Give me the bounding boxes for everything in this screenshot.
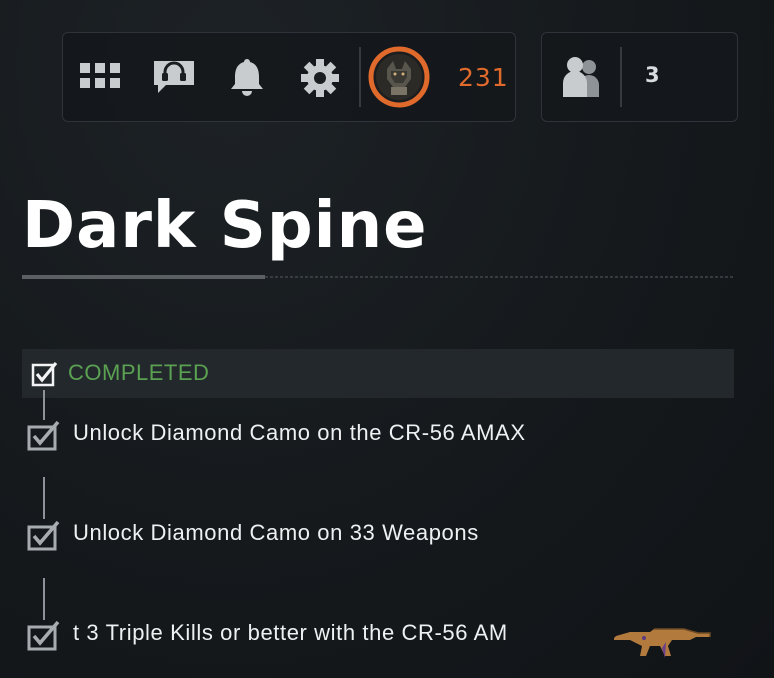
party-panel[interactable]: 3	[541, 32, 738, 122]
status-label: COMPLETED	[68, 360, 210, 385]
checkbox-checked-icon	[26, 519, 62, 558]
bell-icon[interactable]	[227, 55, 267, 99]
weapon-icon	[614, 628, 711, 658]
top-bar: 231	[62, 32, 516, 122]
player-emblem-avatar[interactable]	[367, 45, 431, 109]
task-item: t 3 Triple Kills or better with the CR-5…	[22, 615, 582, 659]
status-header: COMPLETED	[22, 349, 734, 398]
checkbox-checked-icon	[26, 419, 62, 458]
task-text: Unlock Diamond Camo on the CR-56 AMAX	[73, 420, 526, 445]
task-item: Unlock Diamond Camo on the CR-56 AMAX	[22, 415, 582, 459]
checkbox-checked-icon	[26, 619, 62, 658]
gear-icon[interactable]	[299, 57, 341, 99]
title-divider	[22, 275, 734, 279]
tree-connector	[43, 578, 45, 620]
page-title: Dark Spine	[22, 189, 428, 263]
tree-connector	[43, 477, 45, 519]
task-text: Unlock Diamond Camo on 33 Weapons	[73, 520, 479, 545]
player-level: 231	[458, 63, 509, 92]
checkbox-checked-icon	[30, 359, 60, 389]
party-count: 3	[645, 63, 660, 87]
divider	[620, 47, 622, 107]
headset-chat-icon[interactable]	[151, 55, 197, 97]
party-members-icon	[560, 53, 604, 101]
task-item: Unlock Diamond Camo on 33 Weapons	[22, 515, 582, 559]
task-text: t 3 Triple Kills or better with the CR-5…	[73, 620, 508, 645]
grid-menu-icon[interactable]	[79, 59, 121, 93]
divider	[359, 47, 361, 107]
